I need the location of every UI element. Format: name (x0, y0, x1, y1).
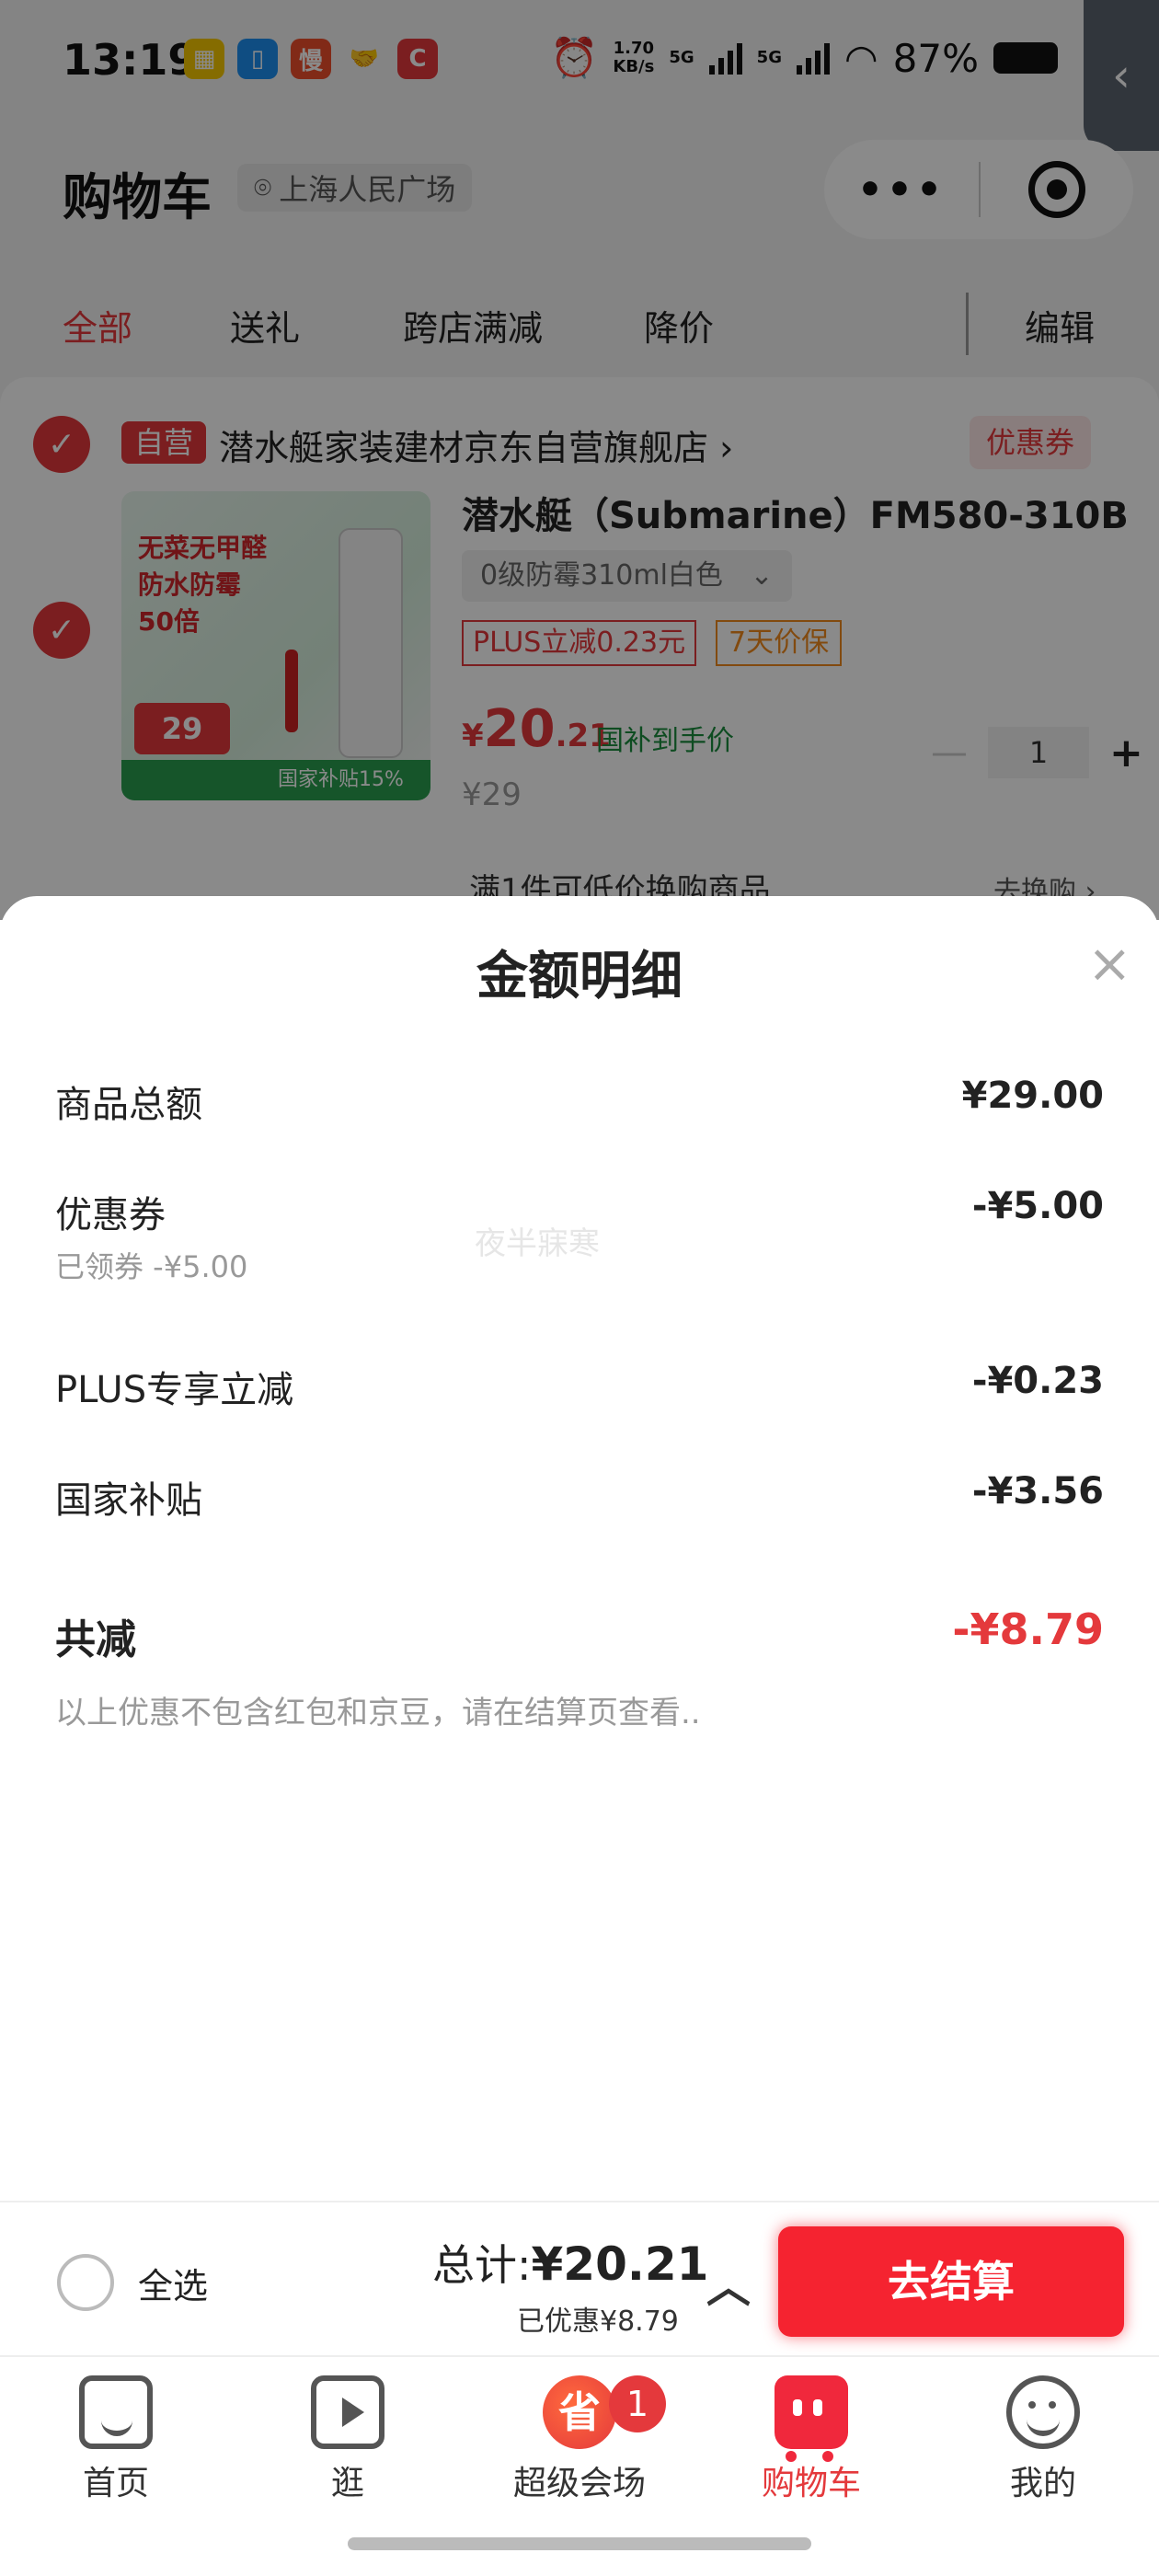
total-reduction-value: -¥8.79 (952, 1604, 1104, 1654)
tab-super-venue[interactable]: 省 1 超级会场 (488, 2375, 671, 2523)
plus-discount-value: -¥0.23 (971, 1360, 1104, 1402)
checkout-button[interactable]: 去结算 (778, 2226, 1124, 2337)
home-indicator (348, 2537, 811, 2550)
tab-browse[interactable]: 逛 (256, 2375, 440, 2523)
video-icon (311, 2375, 384, 2449)
watermark: 夜半寐寒 (475, 1225, 600, 1262)
home-icon (79, 2375, 153, 2449)
total-reduction-label: 共减 (55, 1616, 136, 1663)
select-all-label[interactable]: 全选 (138, 2258, 208, 2308)
select-all-radio[interactable] (57, 2254, 114, 2311)
national-subsidy-label: 国家补贴 (55, 1479, 202, 1522)
tab-browse-label: 逛 (330, 2465, 364, 2502)
total-label: 总计: (432, 2240, 532, 2290)
total-price: 总计:¥20.21 (432, 2232, 708, 2293)
goods-total-value: ¥29.00 (961, 1075, 1104, 1117)
goods-total-label: 商品总额 (55, 1084, 202, 1126)
tab-super-venue-label: 超级会场 (512, 2465, 646, 2502)
sheet-title: 金额明细 (476, 947, 683, 1006)
tab-home[interactable]: 首页 (24, 2375, 208, 2523)
amount-details-sheet: 金额明细 × 夜半寐寒 商品总额 ¥29.00 优惠券 -¥5.00 已领券 -… (0, 896, 1159, 2202)
close-icon[interactable]: × (1087, 937, 1132, 990)
profile-icon (1006, 2375, 1080, 2449)
total-value: ¥20.21 (531, 2237, 709, 2291)
coupon-value: -¥5.00 (971, 1185, 1104, 1227)
chevron-up-icon[interactable]: ︿ (706, 2250, 751, 2315)
checkout-bar: 全选 总计:¥20.21 已优惠¥8.79 ︿ 去结算 (0, 2201, 1159, 2355)
plus-discount-label: PLUS专享立减 (55, 1369, 294, 1411)
tab-profile-label: 我的 (1009, 2465, 1076, 2502)
notification-badge: 1 (609, 2375, 666, 2432)
saved-amount: 已优惠¥8.79 (517, 2306, 679, 2338)
modal-overlay[interactable] (0, 0, 1159, 920)
discount-note: 以上优惠不包含红包和京豆，请在结算页查看.. (55, 1695, 701, 1731)
national-subsidy-value: -¥3.56 (971, 1470, 1104, 1512)
coupon-sub-label: 已领券 -¥5.00 (55, 1249, 248, 1284)
cart-icon (775, 2375, 848, 2462)
coupon-label: 优惠券 (55, 1194, 166, 1236)
tab-profile[interactable]: 我的 (951, 2375, 1135, 2523)
super-venue-icon: 省 (543, 2375, 616, 2449)
tab-cart-label: 购物车 (761, 2465, 861, 2502)
tab-cart[interactable]: 购物车 (719, 2375, 903, 2523)
tab-home-label: 首页 (82, 2465, 149, 2502)
